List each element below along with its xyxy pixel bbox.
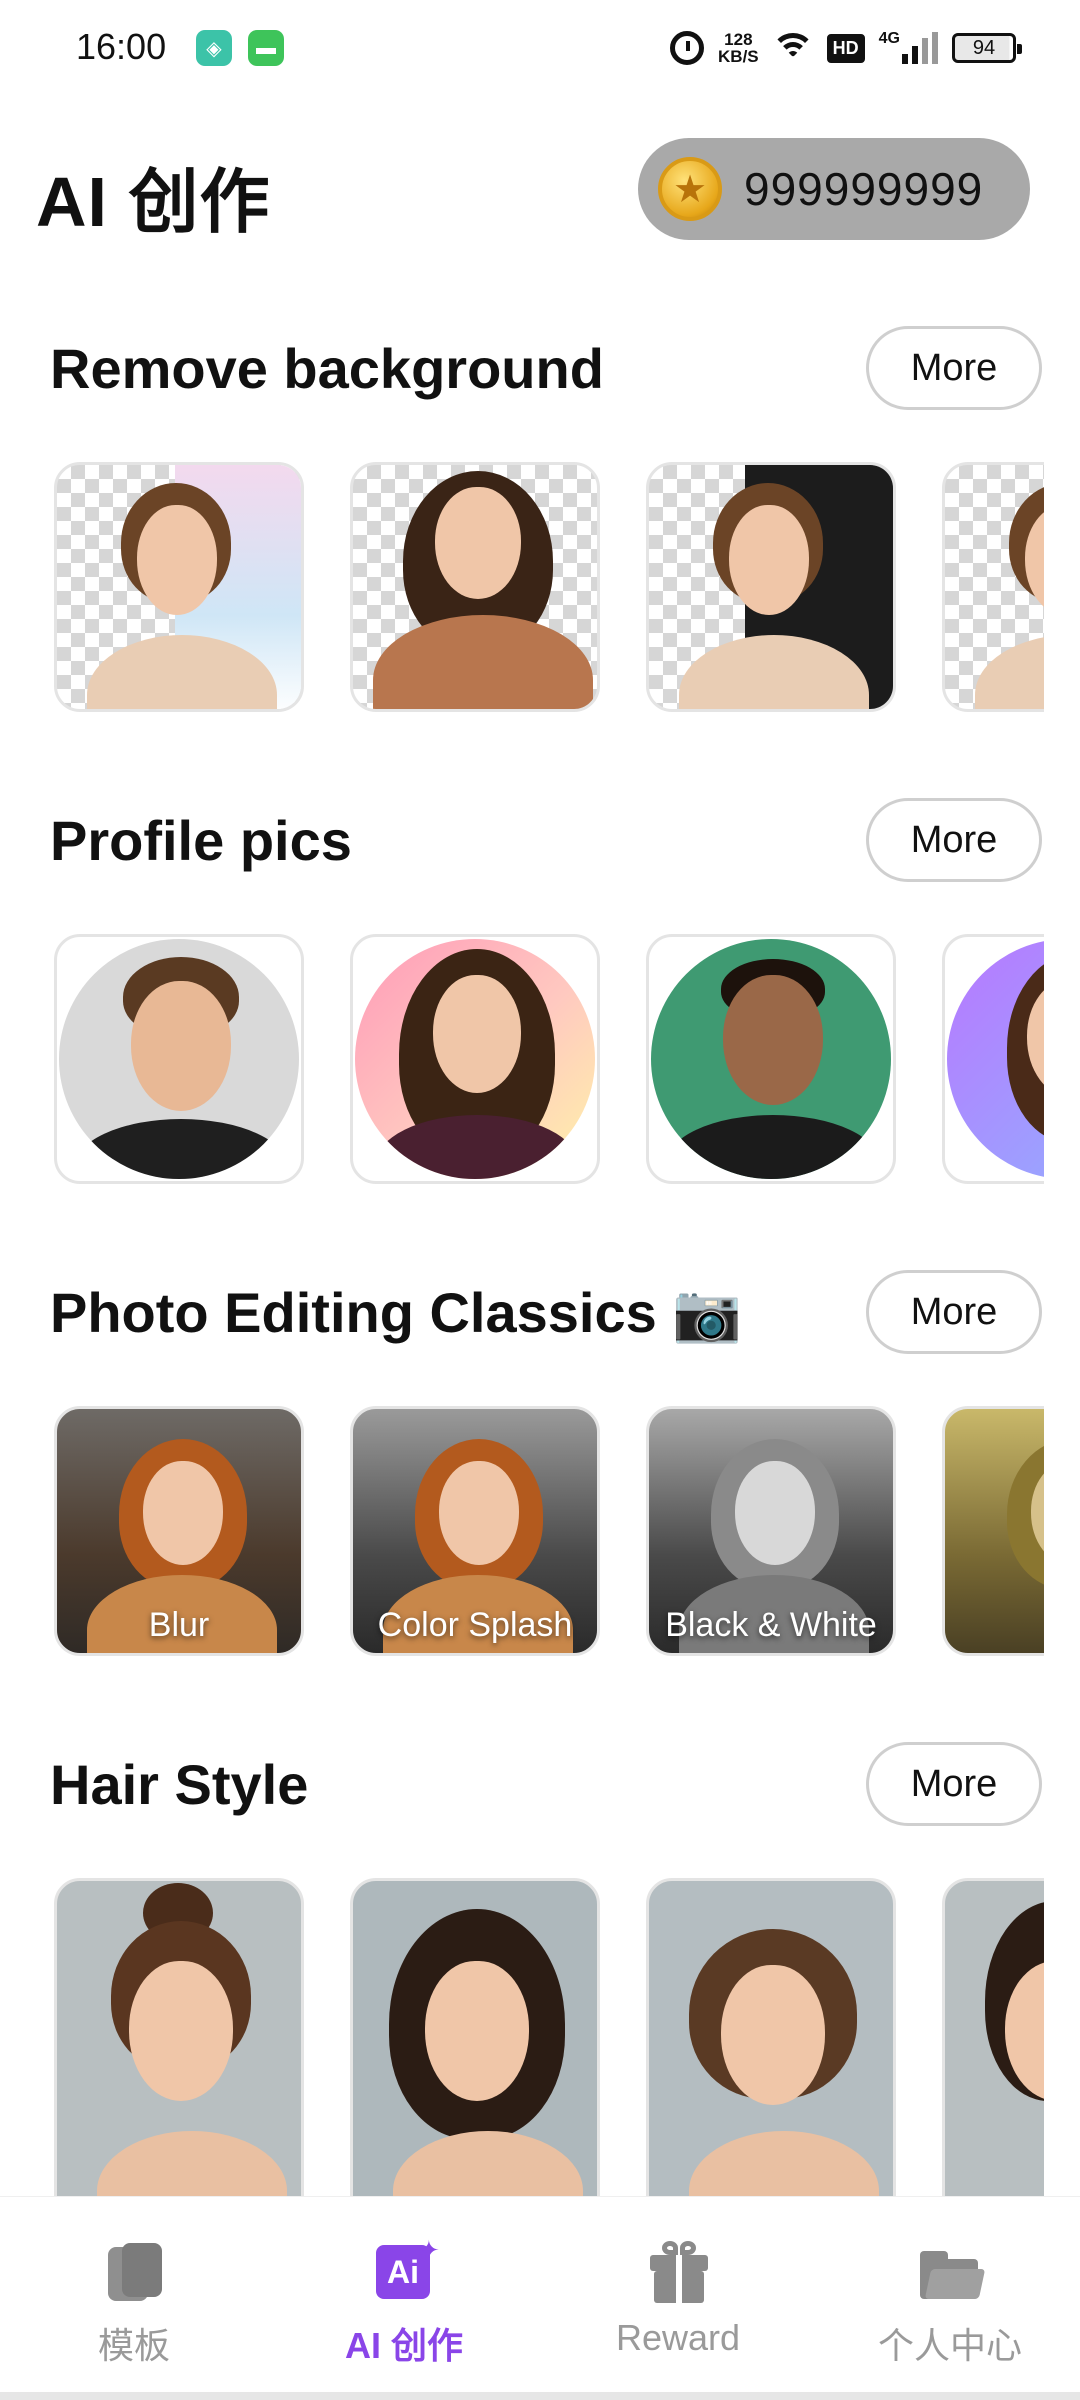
- template-card[interactable]: [942, 1878, 1044, 2208]
- template-card[interactable]: [942, 462, 1044, 712]
- nav-label: Reward: [615, 2317, 741, 2358]
- more-button[interactable]: More: [866, 326, 1042, 410]
- template-card[interactable]: [646, 1878, 896, 2208]
- network-speed-value: 128: [724, 30, 753, 49]
- nav-item-ai-create[interactable]: Ai ✦ AI 创作: [304, 2235, 504, 2369]
- template-card[interactable]: [942, 934, 1044, 1184]
- template-row: [54, 1878, 1044, 2208]
- template-card[interactable]: [350, 934, 600, 1184]
- wifi-icon: [772, 31, 813, 65]
- shield-app-icon: ◈: [196, 30, 232, 66]
- template-card[interactable]: Blur: [54, 1406, 304, 1656]
- section-title: Remove background: [50, 337, 604, 400]
- template-row: [54, 462, 1044, 712]
- more-button[interactable]: More: [866, 798, 1042, 882]
- nav-item-templates[interactable]: 模板: [34, 2241, 234, 2369]
- status-bar: 16:00 ◈ ▬ 128 KB/S HD 4G 94: [0, 0, 1080, 96]
- nav-label: AI 创作: [344, 2325, 463, 2366]
- template-card[interactable]: [646, 934, 896, 1184]
- section-title: Profile pics: [50, 809, 352, 872]
- card-label: Se: [1005, 1606, 1044, 1645]
- coin-balance-button[interactable]: ★ 999999999: [638, 138, 1030, 240]
- template-card[interactable]: [350, 1878, 600, 2208]
- gift-icon: [646, 2241, 710, 2305]
- home-indicator: [0, 2392, 1080, 2400]
- network-speed-unit: KB/S: [718, 47, 759, 66]
- template-card[interactable]: [54, 462, 304, 712]
- card-label: Black & White: [665, 1606, 877, 1644]
- template-card[interactable]: Se: [942, 1406, 1044, 1656]
- network-speed: 128 KB/S: [718, 31, 759, 65]
- nav-label: 模板: [97, 2325, 170, 2366]
- network-type: 4G: [878, 30, 900, 47]
- template-row: Blur Color Splash Black & White Se: [54, 1406, 1044, 1656]
- template-card[interactable]: Black & White: [646, 1406, 896, 1656]
- folder-icon: [918, 2241, 986, 2305]
- nav-item-profile[interactable]: 个人中心: [850, 2241, 1050, 2369]
- alarm-icon: [670, 31, 705, 65]
- status-time: 16:00: [76, 26, 167, 67]
- signal-icon: [902, 32, 938, 64]
- template-card[interactable]: [54, 934, 304, 1184]
- page-title: AI 创作: [36, 163, 271, 241]
- template-card[interactable]: [54, 1878, 304, 2208]
- section-title: Photo Editing Classics 📷: [50, 1281, 743, 1344]
- template-card[interactable]: Color Splash: [350, 1406, 600, 1656]
- coin-balance-value: 999999999: [744, 163, 984, 215]
- more-button[interactable]: More: [866, 1742, 1042, 1826]
- status-indicators: 128 KB/S HD 4G 94: [670, 24, 1022, 72]
- hd-icon: HD: [826, 33, 865, 63]
- more-button[interactable]: More: [866, 1270, 1042, 1354]
- message-app-icon: ▬: [248, 30, 284, 66]
- template-cards-icon: [102, 2241, 166, 2305]
- card-label: Blur: [148, 1606, 210, 1644]
- section-title: Hair Style: [50, 1753, 309, 1816]
- coin-star-icon: ★: [658, 157, 722, 221]
- bottom-nav: 模板 Ai ✦ AI 创作 Reward 个人中心: [0, 2196, 1080, 2400]
- nav-label: 个人中心: [877, 2325, 1022, 2366]
- card-label: Color Splash: [377, 1606, 573, 1644]
- battery-icon: 94: [952, 33, 1022, 63]
- ai-sparkle-icon: Ai ✦: [372, 2235, 440, 2305]
- cellular-signal: 4G: [878, 30, 938, 64]
- template-card[interactable]: [646, 462, 896, 712]
- template-row: [54, 934, 1044, 1184]
- nav-item-reward[interactable]: Reward: [578, 2241, 778, 2359]
- template-card[interactable]: [350, 462, 600, 712]
